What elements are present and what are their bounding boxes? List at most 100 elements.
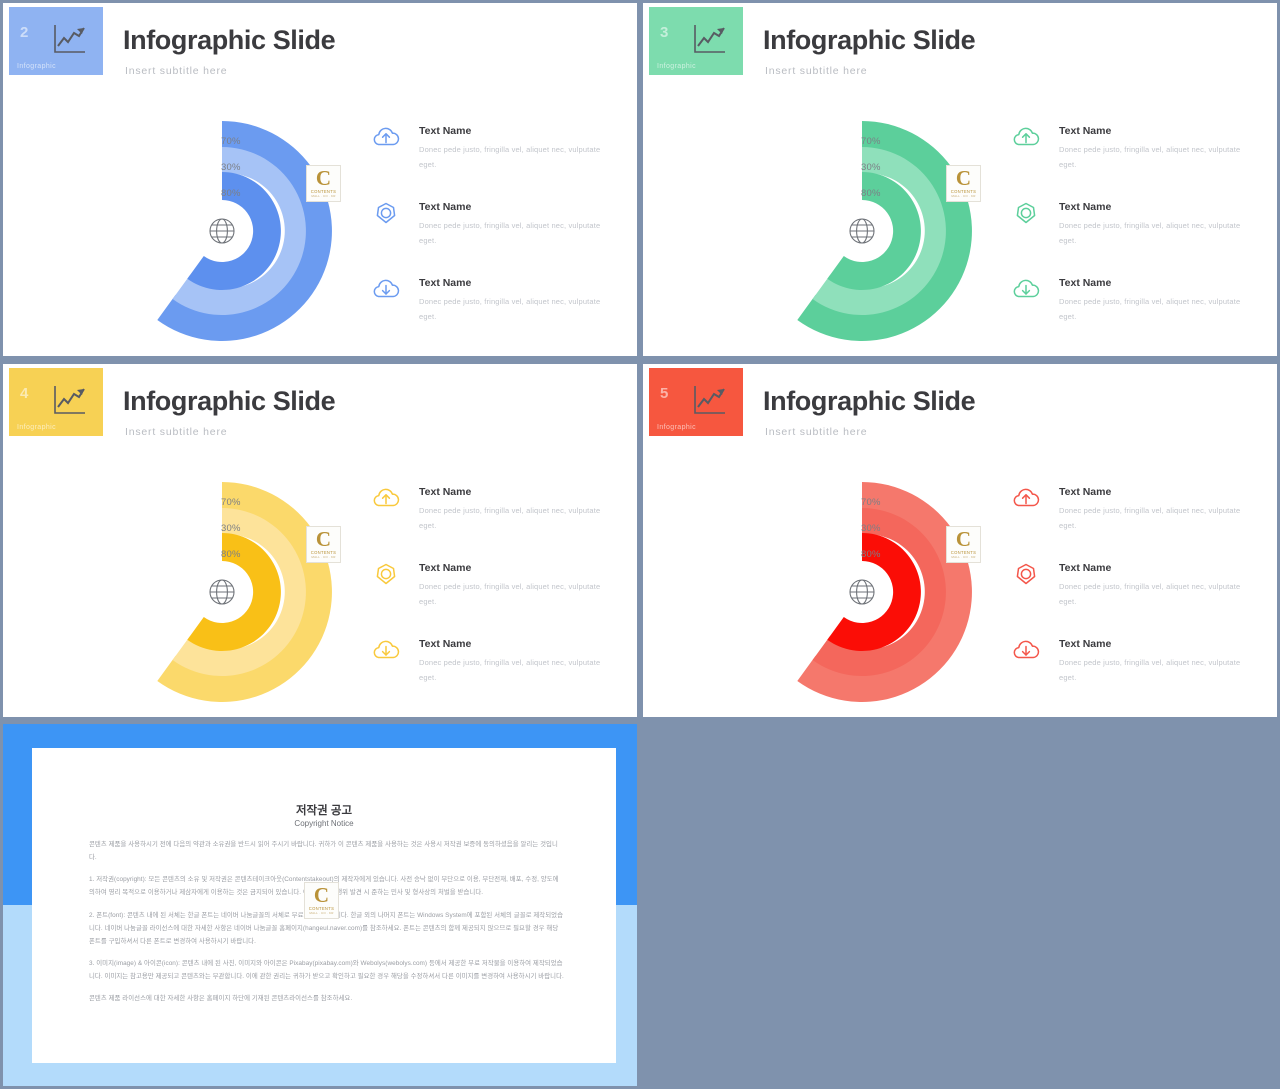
list-item[interactable]: Text Name Donec pede justo, fringilla ve…	[1011, 121, 1266, 197]
legend-item-title: Text Name	[419, 562, 472, 574]
watermark-line2: MALL . CO . KR	[309, 911, 334, 916]
radial-chart: 70% 30% 80%	[99, 113, 349, 341]
legend-item-desc: Donec pede justo, fringilla vel, aliquet…	[419, 145, 601, 169]
watermark-letter: C	[955, 526, 972, 551]
cloud-download-icon	[1011, 275, 1041, 303]
presentation-thumbnail-grid: 2 Infographic Infographic Slide Insert s…	[0, 0, 1280, 1089]
radial-chart: 70% 30% 80%	[739, 113, 989, 341]
legend-item-title: Text Name	[1059, 638, 1112, 650]
legend-item-desc: Donec pede justo, fringilla vel, aliquet…	[1059, 297, 1241, 321]
legend-item-desc: Donec pede justo, fringilla vel, aliquet…	[1059, 506, 1241, 530]
page-title: Infographic Slide	[763, 386, 976, 416]
chart-label-0: 70%	[861, 497, 881, 508]
copyright-body: 콘텐츠 제품을 사용하시기 전에 다음의 약관과 소유권을 반드시 읽어 주시기…	[89, 838, 565, 1014]
slide-number: 2	[20, 24, 29, 41]
slide-5[interactable]: 5 Infographic Infographic Slide Insert s…	[643, 364, 1277, 717]
legend-item-title: Text Name	[419, 125, 472, 137]
legend-item-desc: Donec pede justo, fringilla vel, aliquet…	[419, 658, 601, 682]
slide-badge: 5 Infographic	[649, 368, 743, 436]
page-title: Infographic Slide	[123, 25, 336, 55]
copyright-intro: 콘텐츠 제품을 사용하시기 전에 다음의 약관과 소유권을 반드시 읽어 주시기…	[89, 841, 558, 862]
list-item[interactable]: Text Name Donec pede justo, fringilla ve…	[371, 482, 626, 558]
chart-label-1: 30%	[221, 523, 241, 534]
page-title: Infographic Slide	[763, 25, 976, 55]
chart-label-0: 70%	[861, 136, 881, 147]
radial-chart: 70% 30% 80%	[739, 474, 989, 702]
cloud-download-icon	[1011, 636, 1041, 664]
legend-list: Text Name Donec pede justo, fringilla ve…	[1011, 482, 1266, 710]
copyright-section-3: 3. 이미지(image) & 아이콘(icon): 콘텐츠 내에 된 사진, …	[89, 959, 564, 980]
list-item[interactable]: Text Name Donec pede justo, fringilla ve…	[371, 558, 626, 634]
watermark-logo: C CONTENTS MALL . CO . KR	[304, 882, 339, 919]
legend-list: Text Name Donec pede justo, fringilla ve…	[371, 121, 626, 349]
hexagon-gear-icon	[1011, 199, 1041, 227]
page-subtitle: Insert subtitle here	[765, 65, 868, 77]
copyright-title-ko: 저작권 공고	[295, 805, 353, 817]
list-item[interactable]: Text Name Donec pede justo, fringilla ve…	[1011, 273, 1266, 349]
page-subtitle: Insert subtitle here	[125, 65, 228, 77]
cloud-upload-icon	[1011, 484, 1041, 512]
chart-label-1: 30%	[861, 523, 881, 534]
legend-list: Text Name Donec pede justo, fringilla ve…	[371, 482, 626, 710]
line-chart-icon	[689, 382, 729, 420]
badge-tag: Infographic	[17, 424, 57, 431]
watermark-logo: C CONTENTS MALL . CO . KR	[306, 165, 341, 202]
watermark-line2: MALL . CO . KR	[951, 194, 976, 199]
legend-item-title: Text Name	[419, 638, 472, 650]
slide-badge: 4 Infographic	[9, 368, 103, 436]
chart-label-2: 80%	[221, 188, 241, 199]
legend-item-title: Text Name	[1059, 562, 1112, 574]
watermark-logo: C CONTENTS MALL . CO . KR	[946, 526, 981, 563]
legend-item-title: Text Name	[1059, 125, 1112, 137]
cloud-download-icon	[371, 275, 401, 303]
legend-item-title: Text Name	[419, 277, 472, 289]
page-title: Infographic Slide	[123, 386, 336, 416]
chart-label-1: 30%	[221, 162, 241, 173]
list-item[interactable]: Text Name Donec pede justo, fringilla ve…	[1011, 558, 1266, 634]
legend-item-desc: Donec pede justo, fringilla vel, aliquet…	[419, 506, 601, 530]
legend-item-desc: Donec pede justo, fringilla vel, aliquet…	[419, 582, 601, 606]
chart-label-0: 70%	[221, 497, 241, 508]
watermark-letter: C	[955, 165, 972, 190]
line-chart-icon	[689, 21, 729, 59]
legend-item-title: Text Name	[1059, 277, 1112, 289]
cloud-upload-icon	[371, 484, 401, 512]
legend-item-title: Text Name	[1059, 486, 1112, 498]
list-item[interactable]: Text Name Donec pede justo, fringilla ve…	[371, 121, 626, 197]
chart-label-0: 70%	[221, 136, 241, 147]
legend-list: Text Name Donec pede justo, fringilla ve…	[1011, 121, 1266, 349]
list-item[interactable]: Text Name Donec pede justo, fringilla ve…	[371, 273, 626, 349]
legend-item-desc: Donec pede justo, fringilla vel, aliquet…	[419, 297, 601, 321]
slide-2[interactable]: 2 Infographic Infographic Slide Insert s…	[3, 3, 637, 356]
copyright-title-en: Copyright Notice	[294, 819, 354, 828]
slide-3[interactable]: 3 Infographic Infographic Slide Insert s…	[643, 3, 1277, 356]
watermark-line2: MALL . CO . KR	[951, 555, 976, 560]
slide-badge: 3 Infographic	[649, 7, 743, 75]
hexagon-gear-icon	[371, 560, 401, 588]
radial-chart: 70% 30% 80%	[99, 474, 349, 702]
chart-label-1: 30%	[861, 162, 881, 173]
line-chart-icon	[49, 382, 89, 420]
chart-label-2: 80%	[861, 549, 881, 560]
legend-item-desc: Donec pede justo, fringilla vel, aliquet…	[1059, 582, 1241, 606]
legend-item-title: Text Name	[419, 486, 472, 498]
list-item[interactable]: Text Name Donec pede justo, fringilla ve…	[1011, 197, 1266, 273]
legend-item-title: Text Name	[419, 201, 472, 213]
line-chart-icon	[49, 21, 89, 59]
legend-item-title: Text Name	[1059, 201, 1112, 213]
watermark-letter: C	[315, 526, 332, 551]
slide-4[interactable]: 4 Infographic Infographic Slide Insert s…	[3, 364, 637, 717]
list-item[interactable]: Text Name Donec pede justo, fringilla ve…	[1011, 634, 1266, 710]
badge-tag: Infographic	[657, 63, 697, 70]
legend-item-desc: Donec pede justo, fringilla vel, aliquet…	[1059, 658, 1241, 682]
list-item[interactable]: Text Name Donec pede justo, fringilla ve…	[371, 634, 626, 710]
badge-tag: Infographic	[17, 63, 57, 70]
legend-item-desc: Donec pede justo, fringilla vel, aliquet…	[1059, 145, 1241, 169]
slide-number: 5	[660, 385, 669, 402]
list-item[interactable]: Text Name Donec pede justo, fringilla ve…	[1011, 482, 1266, 558]
hexagon-gear-icon	[371, 199, 401, 227]
list-item[interactable]: Text Name Donec pede justo, fringilla ve…	[371, 197, 626, 273]
slide-number: 4	[20, 385, 29, 402]
page-subtitle: Insert subtitle here	[125, 426, 228, 438]
cloud-upload-icon	[1011, 123, 1041, 151]
